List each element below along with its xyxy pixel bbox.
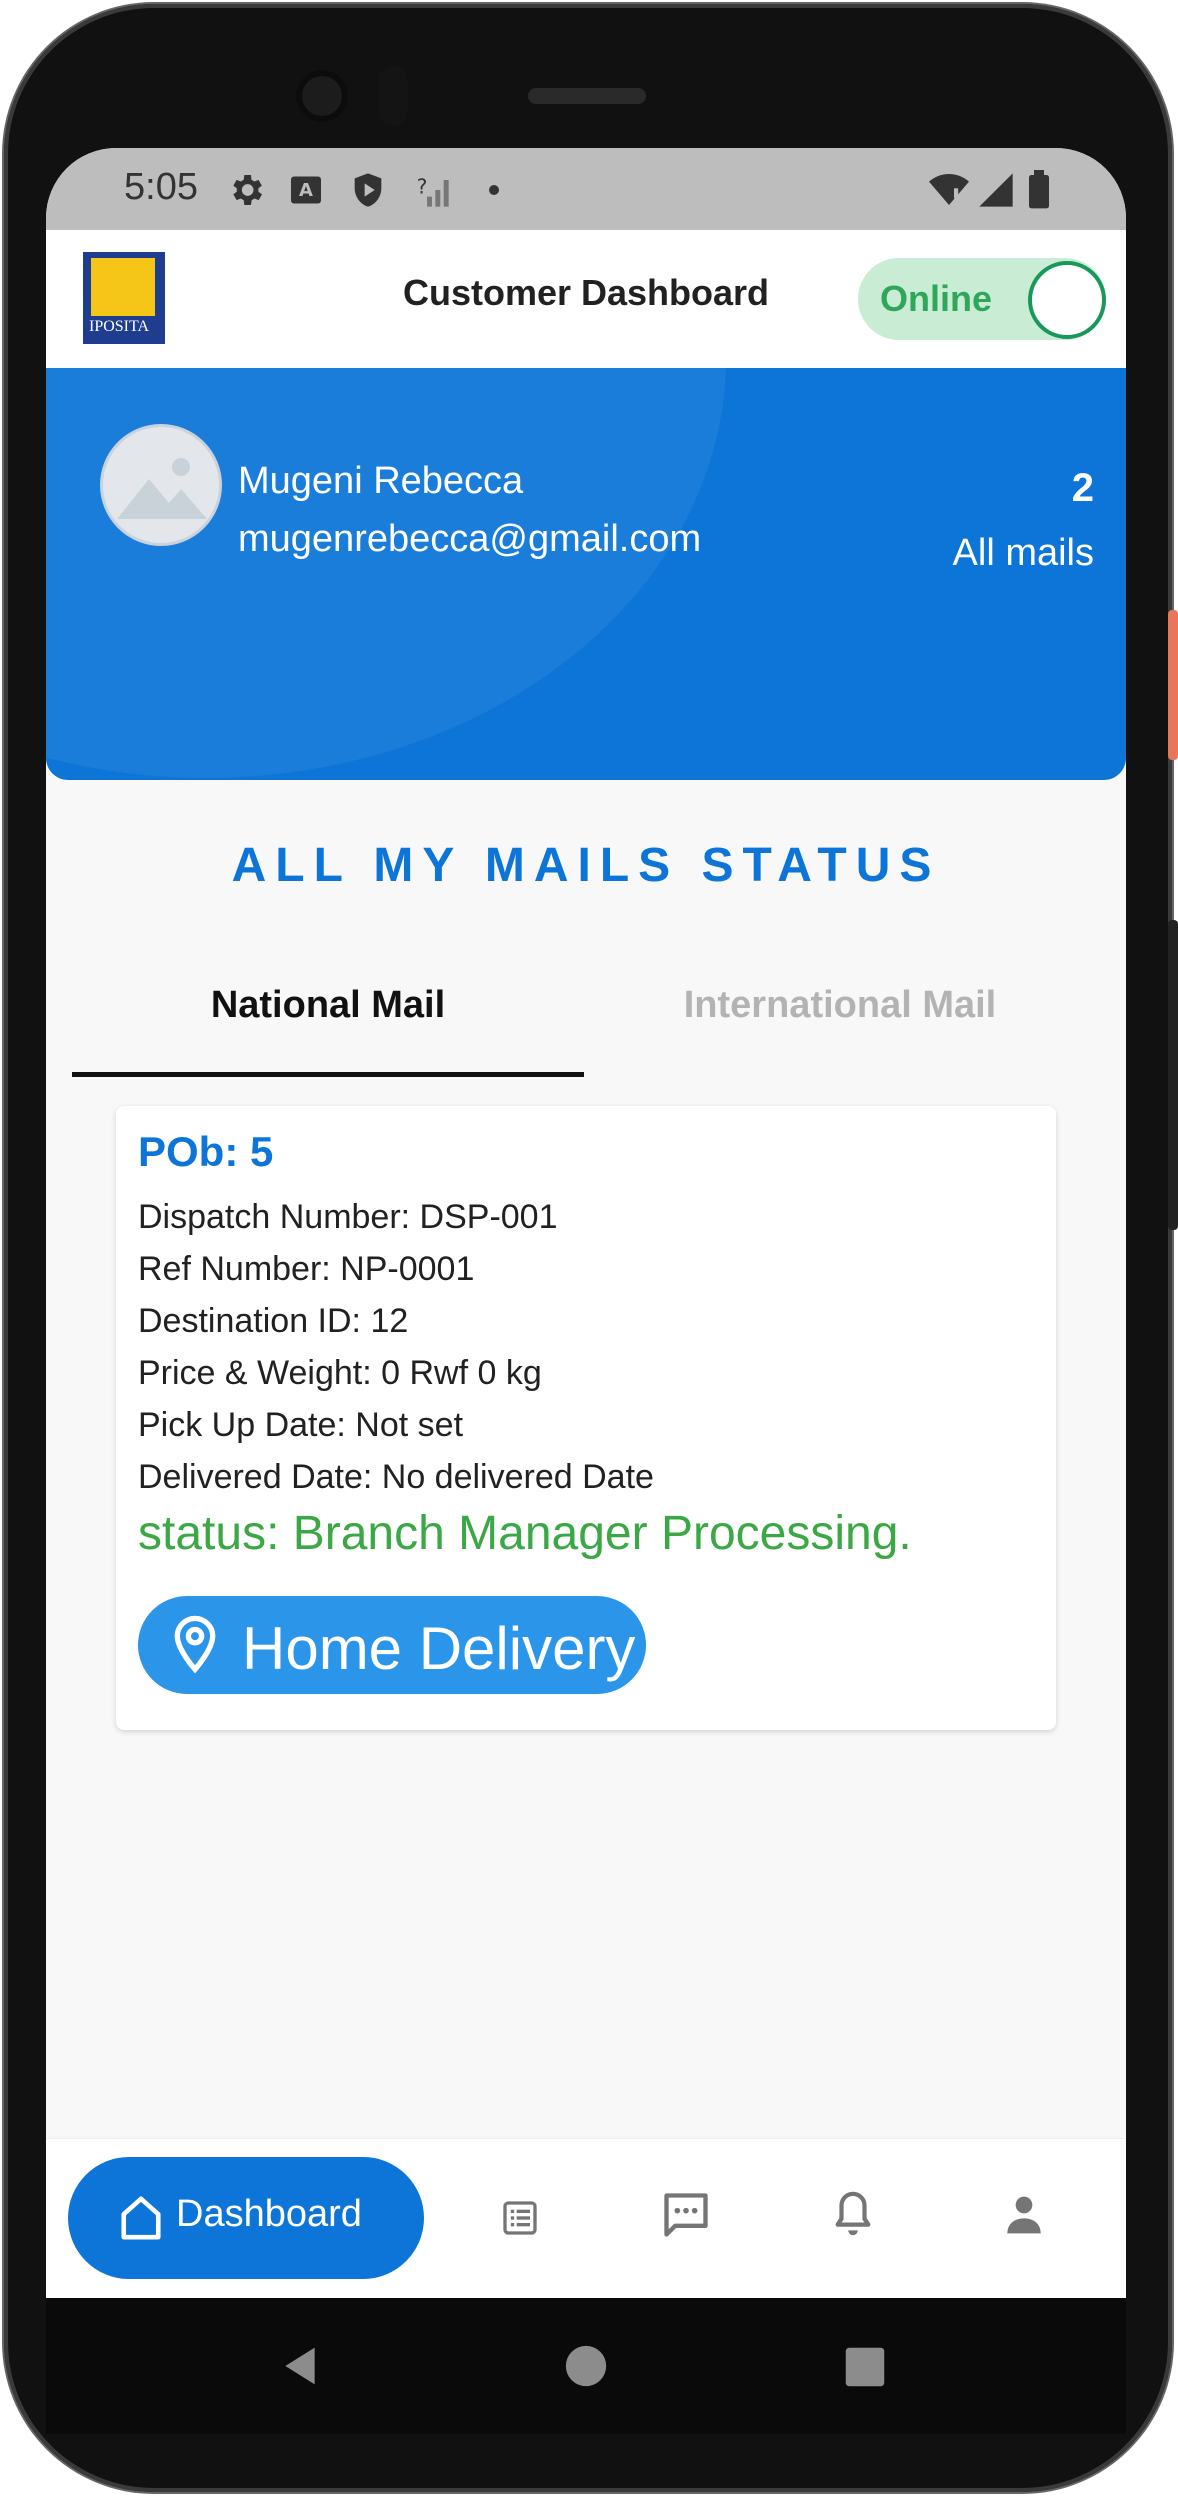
signal-off-icon: ? xyxy=(417,174,449,207)
phone-frame: 5:05 A ? IPOSITA Customer Dashboard Onli… xyxy=(0,0,1178,2498)
list-icon[interactable] xyxy=(500,2197,540,2239)
svg-text:A: A xyxy=(299,180,313,201)
earpiece-speaker xyxy=(528,88,646,104)
dot-icon xyxy=(489,185,499,195)
settings-icon xyxy=(233,175,262,205)
ref-number: Ref Number: NP-0001 xyxy=(138,1250,475,1288)
nav-dashboard[interactable]: Dashboard xyxy=(68,2157,424,2279)
price-weight: Price & Weight: 0 Rwf 0 kg xyxy=(138,1354,542,1392)
tab-national-mail[interactable]: National Mail xyxy=(72,984,584,1027)
app-screen: 5:05 A ? IPOSITA Customer Dashboard Onli… xyxy=(46,148,1126,2298)
image-placeholder-icon xyxy=(117,458,207,519)
mail-status: status: Branch Manager Processing. xyxy=(138,1507,912,1560)
user-name: Mugeni Rebecca xyxy=(238,460,524,502)
home-circle-icon[interactable] xyxy=(564,2344,608,2388)
online-label: Online xyxy=(880,278,993,319)
dispatch-number: Dispatch Number: DSP-001 xyxy=(138,1198,558,1236)
front-camera xyxy=(296,70,348,122)
online-toggle[interactable]: Online xyxy=(858,258,1106,340)
chat-icon[interactable] xyxy=(660,2189,712,2241)
home-delivery-label: Home Delivery xyxy=(242,1615,636,1682)
mail-count-label: All mails xyxy=(952,532,1094,574)
user-email: mugenrebecca@gmail.com xyxy=(238,518,702,560)
mail-card[interactable]: POb: 5 Dispatch Number: DSP-001 Ref Numb… xyxy=(116,1106,1056,1730)
app-bar: IPOSITA Customer Dashboard Online xyxy=(46,230,1126,368)
profile-banner: Mugeni Rebecca mugenrebecca@gmail.com 2 … xyxy=(46,368,1126,780)
system-nav-bar xyxy=(46,2298,1126,2434)
section-title: ALL MY MAILS STATUS xyxy=(231,839,941,892)
person-icon[interactable] xyxy=(1004,2193,1044,2237)
proximity-sensor xyxy=(378,66,408,126)
battery-icon xyxy=(1029,170,1049,209)
status-time: 5:05 xyxy=(124,166,198,208)
bell-icon[interactable] xyxy=(830,2185,876,2245)
wifi-icon xyxy=(929,174,969,205)
bottom-nav: Dashboard xyxy=(46,2138,1126,2298)
cell-signal-icon xyxy=(979,173,1013,207)
pob-number: POb: 5 xyxy=(138,1128,274,1175)
mail-count: 2 xyxy=(1071,466,1094,510)
nav-dashboard-label: Dashboard xyxy=(176,2193,362,2235)
home-icon xyxy=(121,2196,161,2240)
home-delivery-button[interactable]: Home Delivery xyxy=(138,1596,646,1694)
tab-international-mail[interactable]: International Mail xyxy=(584,984,1096,1027)
svg-text:?: ? xyxy=(417,174,428,198)
toggle-knob[interactable] xyxy=(1028,261,1106,339)
back-icon[interactable] xyxy=(278,2344,322,2388)
avatar[interactable] xyxy=(100,424,222,546)
shield-icon xyxy=(354,173,382,207)
volume-button xyxy=(1168,920,1178,1230)
power-button xyxy=(1168,610,1178,760)
status-bar: 5:05 A ? xyxy=(46,148,1126,230)
pickup-date: Pick Up Date: Not set xyxy=(138,1406,464,1444)
logo-text: IPOSITA xyxy=(89,318,150,335)
destination-id: Destination ID: 12 xyxy=(138,1302,409,1340)
delivered-date: Delivered Date: No delivered Date xyxy=(138,1458,654,1496)
location-pin-icon xyxy=(174,1615,216,1674)
recents-icon[interactable] xyxy=(844,2346,886,2388)
font-a-icon: A xyxy=(291,176,321,204)
tab-indicator xyxy=(72,1072,584,1077)
